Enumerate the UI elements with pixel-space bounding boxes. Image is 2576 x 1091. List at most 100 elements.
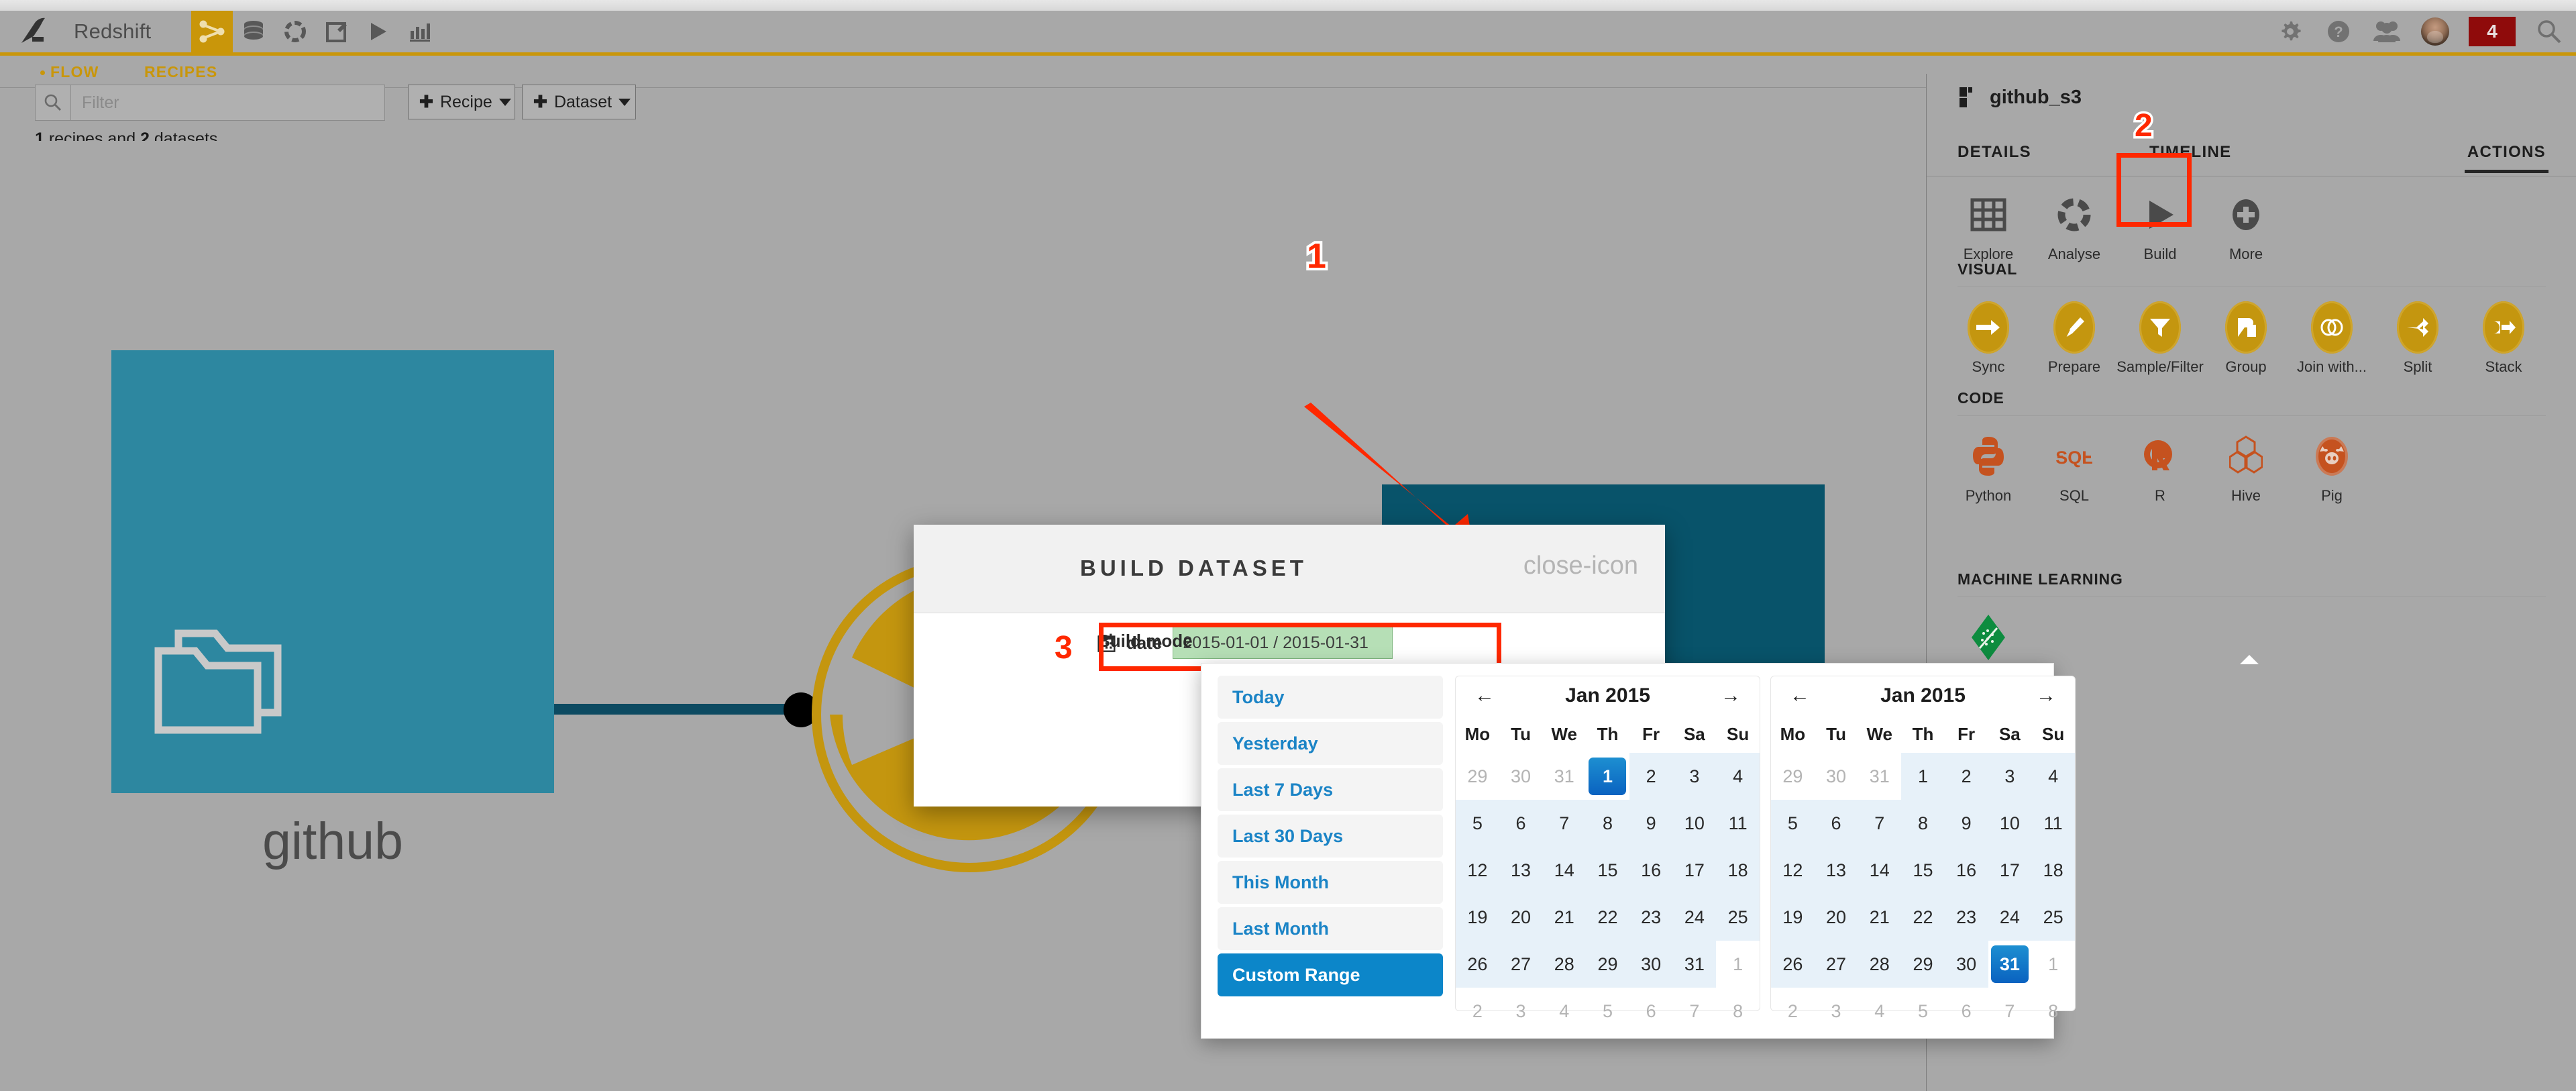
calendar-day-cell[interactable]: 8 [1716, 988, 1760, 1035]
calendar-day-cell[interactable]: 14 [1542, 847, 1587, 894]
hive-recipe-button[interactable]: Hive [2203, 425, 2289, 505]
calendar-day-cell[interactable]: 23 [1629, 894, 1673, 941]
calendar-day-cell[interactable]: 30 [1629, 941, 1673, 988]
calendar-day-cell[interactable]: 31 [1672, 941, 1717, 988]
search-icon[interactable] [2534, 17, 2564, 46]
calendar-day-cell[interactable]: 5 [1456, 800, 1499, 847]
calendar-day-cell[interactable]: 10 [1988, 800, 2032, 847]
calendar-day-cell[interactable]: 20 [1814, 894, 1858, 941]
calendar-day-cell[interactable]: 6 [1629, 988, 1673, 1035]
calendar-day-cell[interactable]: 28 [1858, 941, 1902, 988]
calendar-day-cell[interactable]: 5 [1586, 988, 1629, 1035]
tab-actions[interactable]: ACTIONS [2464, 143, 2549, 173]
calendar-day-cell[interactable]: 22 [1586, 894, 1629, 941]
r-recipe-button[interactable]: R [2117, 425, 2203, 505]
calendar-day-cell[interactable]: 4 [1858, 988, 1901, 1035]
calendar-day-cell[interactable]: 29 [1771, 753, 1815, 800]
sidebar-item-recipes[interactable]: RECIPES [144, 63, 217, 81]
prepare-recipe-button[interactable]: Prepare [2031, 297, 2117, 376]
calendar-day-cell[interactable]: 18 [1716, 847, 1760, 894]
calendar-day-cell[interactable]: 6 [1814, 800, 1858, 847]
nav-datasets-icon[interactable] [233, 11, 274, 52]
arrow-left-icon[interactable]: ← [1790, 684, 1810, 707]
calendar-day-cell[interactable]: 24 [1672, 894, 1717, 941]
add-recipe-button[interactable]: ✚ Recipe [408, 85, 515, 119]
calendar-day-cell[interactable]: 26 [1771, 941, 1815, 988]
ml-prediction-button[interactable] [1945, 607, 2031, 668]
calendar-day-cell[interactable]: 3 [1815, 988, 1858, 1035]
calendar-day-cell[interactable]: 3 [1499, 988, 1543, 1035]
calendar-day-cell[interactable]: 11 [2031, 800, 2075, 847]
calendar-day-cell[interactable]: 8 [1586, 800, 1629, 847]
calendar-day-cell[interactable]: 30 [1815, 753, 1858, 800]
range-today[interactable]: Today [1218, 676, 1443, 719]
calendar-day-cell[interactable]: 25 [2031, 894, 2075, 941]
nav-jobs-icon[interactable] [358, 11, 399, 52]
explore-action-button[interactable]: Explore [1945, 184, 2031, 263]
add-dataset-button[interactable]: ✚ Dataset [522, 85, 636, 119]
calendar-day-cell[interactable]: 1 [2031, 941, 2075, 988]
python-recipe-button[interactable]: Python [1945, 425, 2031, 505]
calendar-day-cell[interactable]: 23 [1944, 894, 1988, 941]
analyse-action-button[interactable]: Analyse [2031, 184, 2117, 263]
range-last-month[interactable]: Last Month [1218, 907, 1443, 950]
tab-details[interactable]: DETAILS [1957, 143, 2031, 162]
calendar-day-cell[interactable]: 2 [1771, 988, 1815, 1035]
arrow-right-icon[interactable]: → [2036, 684, 2056, 707]
calendar-day-cell[interactable]: 4 [1716, 753, 1760, 800]
calendar-day-cell[interactable]: 10 [1672, 800, 1717, 847]
calendar-day-cell[interactable]: 24 [1988, 894, 2032, 941]
range-custom-range[interactable]: Custom Range [1218, 953, 1443, 996]
calendar-day-cell[interactable]: 15 [1901, 847, 1945, 894]
calendar-day-cell[interactable]: 4 [1542, 988, 1586, 1035]
calendar-day-cell[interactable]: 30 [1499, 753, 1543, 800]
calendar-day-cell[interactable]: 2 [1944, 753, 1988, 800]
calendar-day-cell[interactable]: 6 [1499, 800, 1543, 847]
calendar-day-cell[interactable]: 7 [1858, 800, 1902, 847]
calendar-day-cell[interactable]: 31 [1542, 753, 1586, 800]
nav-lab-icon[interactable] [274, 11, 316, 52]
split-recipe-button[interactable]: Split [2375, 297, 2461, 376]
sql-recipe-button[interactable]: SQL SQL [2031, 425, 2117, 505]
users-icon[interactable] [2372, 17, 2402, 46]
calendar-day-cell[interactable]: 9 [1944, 800, 1988, 847]
range-last-7-days[interactable]: Last 7 Days [1218, 768, 1443, 811]
search-input[interactable] [71, 92, 384, 113]
calendar-day-cell[interactable]: 12 [1771, 847, 1815, 894]
calendar-day-cell[interactable]: 1 [1901, 753, 1945, 800]
calendar-day-cell[interactable]: 11 [1716, 800, 1760, 847]
calendar-day-cell[interactable]: 7 [1673, 988, 1717, 1035]
calendar-day-cell[interactable]: 19 [1456, 894, 1499, 941]
calendar-day-cell[interactable]: 29 [1586, 941, 1629, 988]
range-last-30-days[interactable]: Last 30 Days [1218, 815, 1443, 858]
calendar-day-cell[interactable]: 13 [1499, 847, 1543, 894]
calendar-day-cell[interactable]: 31 [1858, 753, 1901, 800]
sync-recipe-button[interactable]: Sync [1945, 297, 2031, 376]
calendar-day-cell[interactable]: 4 [2031, 753, 2075, 800]
calendar-day-cell[interactable]: 22 [1901, 894, 1945, 941]
calendar-day-cell[interactable]: 3 [1672, 753, 1717, 800]
notification-badge[interactable]: 4 [2469, 17, 2516, 46]
calendar-day-cell[interactable]: 29 [1456, 753, 1499, 800]
nav-flow-icon[interactable] [191, 11, 233, 52]
calendar-day-cell[interactable]: 9 [1629, 800, 1673, 847]
calendar-day-cell[interactable]: 27 [1814, 941, 1858, 988]
calendar-day-cell[interactable]: 16 [1944, 847, 1988, 894]
calendar-day-cell[interactable]: 26 [1456, 941, 1499, 988]
calendar-day-cell[interactable]: 2 [1456, 988, 1499, 1035]
calendar-day-cell[interactable]: 17 [1988, 847, 2032, 894]
calendar-day-cell[interactable]: 8 [1901, 800, 1945, 847]
arrow-left-icon[interactable]: ← [1474, 684, 1495, 707]
calendar-day-cell[interactable]: 30 [1944, 941, 1988, 988]
calendar-day-cell[interactable]: 5 [1771, 800, 1815, 847]
calendar-day-cell[interactable]: 7 [1542, 800, 1587, 847]
calendar-day-cell[interactable]: 13 [1814, 847, 1858, 894]
calendar-day-cell[interactable]: 5 [1901, 988, 1945, 1035]
calendar-day-cell[interactable]: 1 [1586, 753, 1629, 800]
pig-recipe-button[interactable]: Pig [2289, 425, 2375, 505]
calendar-day-cell[interactable]: 17 [1672, 847, 1717, 894]
stack-recipe-button[interactable]: Stack [2461, 297, 2546, 376]
calendar-day-cell[interactable]: 29 [1901, 941, 1945, 988]
calendar-day-cell[interactable]: 19 [1771, 894, 1815, 941]
nav-notebook-icon[interactable] [316, 11, 358, 52]
